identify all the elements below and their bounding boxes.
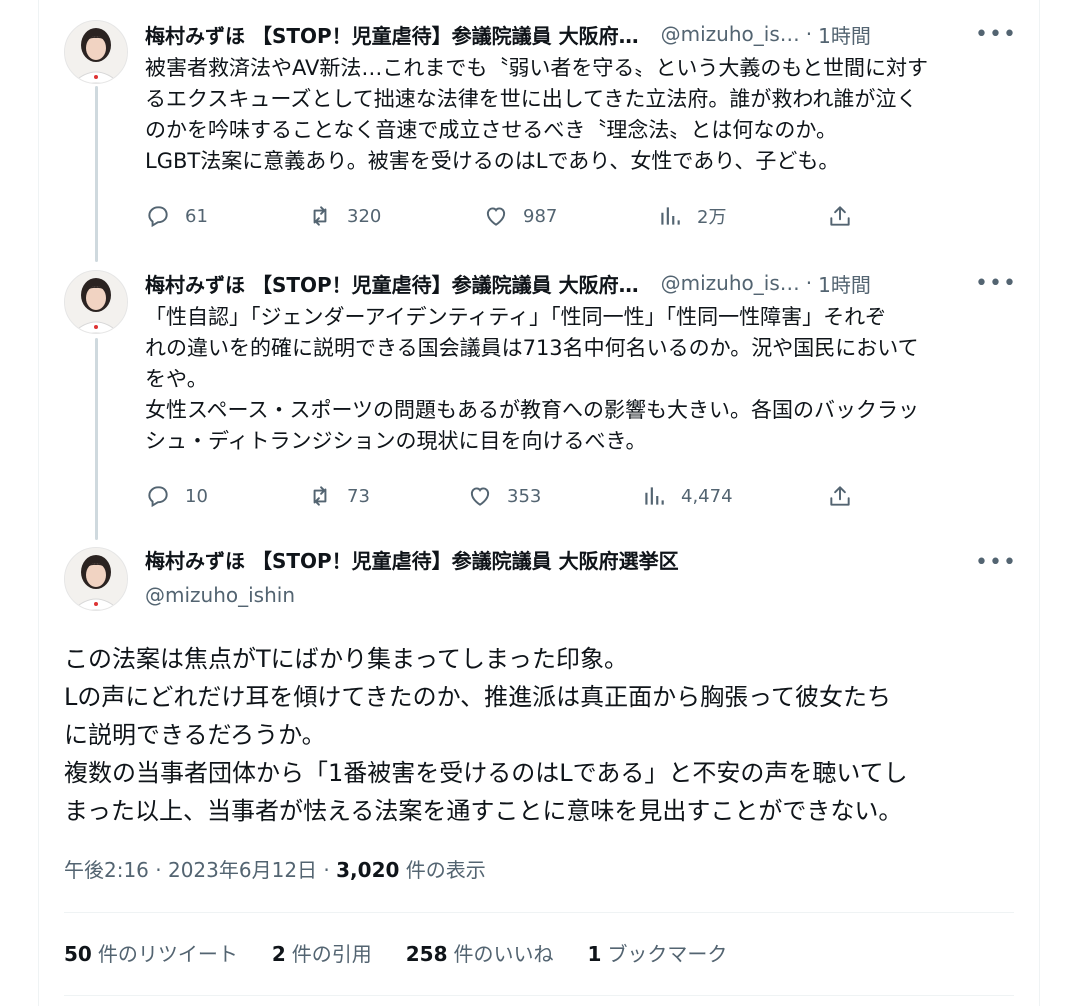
retweets-stat-label: 件のリツイート bbox=[97, 942, 238, 966]
reply-button[interactable]: 61 bbox=[145, 203, 208, 229]
quotes-stat-count: 2 bbox=[271, 942, 286, 966]
likes-stat-label: 件のいいね bbox=[453, 942, 554, 966]
avatar[interactable] bbox=[64, 270, 128, 334]
views-icon bbox=[661, 207, 680, 225]
like-button[interactable]: 353 bbox=[467, 483, 541, 509]
likes-stat[interactable]: 258 件のいいね bbox=[406, 938, 554, 967]
separator: · bbox=[805, 22, 813, 46]
like-count: 353 bbox=[507, 485, 542, 507]
tweet-actions: 10 73 353 4,474 bbox=[145, 478, 865, 514]
reply-count: 61 bbox=[185, 205, 208, 227]
views-icon bbox=[645, 487, 664, 505]
thread-line bbox=[95, 338, 98, 540]
avatar[interactable] bbox=[64, 20, 128, 84]
reply-button[interactable]: 10 bbox=[145, 483, 208, 509]
views-button[interactable]: 4,474 bbox=[641, 483, 733, 509]
tweet-time[interactable]: 1時間 bbox=[818, 269, 871, 298]
likes-stat-count: 258 bbox=[405, 942, 448, 966]
views-button[interactable]: 2万 bbox=[657, 203, 726, 229]
share-icon bbox=[830, 486, 850, 506]
author-handle[interactable]: @mizuho_is… bbox=[661, 22, 800, 46]
views-count: 3,020 bbox=[336, 858, 400, 882]
tweet-time[interactable]: 1時間 bbox=[818, 20, 871, 49]
share-button[interactable] bbox=[827, 483, 867, 509]
main-tweet-header: 梅村みずほ 【STOP！児童虐待】参議院議員 大阪府選挙区 @mizuho_is… bbox=[145, 545, 1016, 611]
reply-count: 10 bbox=[185, 485, 208, 507]
more-icon[interactable]: ••• bbox=[975, 545, 1016, 579]
main-tweet-text: この法案は焦点がTにばかり集まってしまった印象。 Lの声にどれだけ耳を傾けてきた… bbox=[64, 645, 908, 825]
separator: · bbox=[805, 271, 813, 295]
author-name[interactable]: 梅村みずほ 【STOP！児童虐待】参議院議員 大阪府選挙区 bbox=[145, 545, 1015, 577]
divider bbox=[64, 912, 1014, 913]
like-count: 987 bbox=[523, 205, 558, 227]
like-button[interactable]: 987 bbox=[483, 203, 557, 229]
more-icon[interactable]: ••• bbox=[975, 266, 1016, 300]
reply-icon bbox=[148, 206, 168, 228]
divider bbox=[64, 995, 1014, 996]
views-count: 2万 bbox=[697, 207, 727, 228]
tweet[interactable]: 梅村みずほ 【STOP！児童虐待】参議院議員 大阪府… @mizuho_is… … bbox=[145, 17, 1016, 177]
views-count: 4,474 bbox=[681, 485, 733, 507]
bookmarks-stat-count: 1 bbox=[587, 942, 602, 966]
bookmarks-stat-label: ブックマーク bbox=[607, 942, 728, 966]
share-button[interactable] bbox=[827, 203, 867, 229]
tweet-header: 梅村みずほ 【STOP！児童虐待】参議院議員 大阪府… @mizuho_is… … bbox=[145, 17, 1015, 51]
retweet-button[interactable]: 73 bbox=[307, 483, 370, 509]
engagement-stats: 50 件のリツイート 2 件の引用 258 件のいいね 1 ブックマーク bbox=[64, 938, 761, 967]
tweet-timestamp[interactable]: 午後2:16 · 2023年6月12日 · bbox=[64, 858, 336, 882]
quotes-stat-label: 件の引用 bbox=[291, 942, 372, 966]
like-icon bbox=[470, 487, 490, 506]
more-icon[interactable]: ••• bbox=[975, 17, 1016, 51]
like-icon bbox=[486, 207, 506, 226]
quotes-stat[interactable]: 2 件の引用 bbox=[272, 938, 372, 967]
reply-icon bbox=[148, 486, 168, 508]
tweet-header: 梅村みずほ 【STOP！児童虐待】参議院議員 大阪府… @mizuho_is… … bbox=[145, 266, 1015, 300]
bookmarks-stat[interactable]: 1 ブックマーク bbox=[588, 938, 728, 967]
retweet-icon bbox=[313, 206, 327, 226]
thread-line bbox=[95, 86, 98, 262]
tweet[interactable]: 梅村みずほ 【STOP！児童虐待】参議院議員 大阪府… @mizuho_is… … bbox=[145, 266, 1016, 457]
tweet-actions: 61 320 987 2万 bbox=[145, 198, 865, 234]
retweets-stat[interactable]: 50 件のリツイート bbox=[64, 938, 238, 967]
retweet-count: 320 bbox=[347, 205, 382, 227]
views-label: 件の表示 bbox=[399, 858, 486, 882]
author-handle[interactable]: @mizuho_ishin bbox=[145, 579, 1015, 611]
tweet-text: 被害者救済法やAV新法…これまでも〝弱い者を守る〟という大義のもと世間に対す る… bbox=[145, 56, 928, 173]
tweet-text: 「性自認」「ジェンダーアイデンティティ」「性同一性」「性同一性障害」それぞ れの… bbox=[145, 305, 920, 453]
share-icon bbox=[830, 206, 850, 226]
retweet-icon bbox=[313, 486, 327, 506]
author-handle[interactable]: @mizuho_is… bbox=[661, 271, 800, 295]
retweet-count: 73 bbox=[347, 485, 370, 507]
retweet-button[interactable]: 320 bbox=[307, 203, 381, 229]
avatar[interactable] bbox=[64, 547, 128, 611]
retweets-stat-count: 50 bbox=[64, 942, 92, 966]
author-name[interactable]: 梅村みずほ 【STOP！児童虐待】参議院議員 大阪府… bbox=[145, 269, 639, 298]
tweet-meta: 午後2:16 · 2023年6月12日 · 3,020 件の表示 bbox=[64, 854, 486, 883]
author-name[interactable]: 梅村みずほ 【STOP！児童虐待】参議院議員 大阪府… bbox=[145, 20, 639, 49]
